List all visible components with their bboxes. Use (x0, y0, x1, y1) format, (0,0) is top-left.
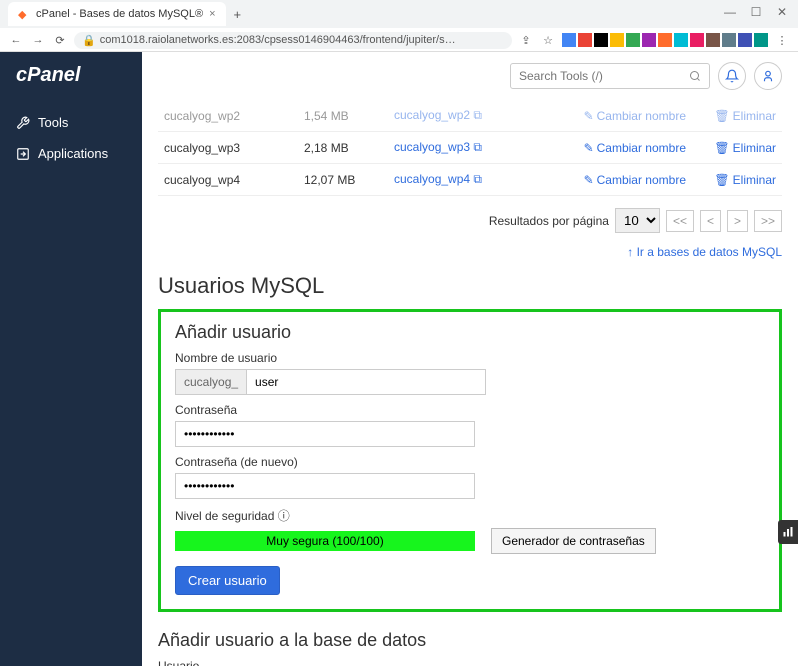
sidebar-item-label: Applications (38, 146, 108, 161)
trash-icon: 🗑 (714, 141, 729, 155)
pager-label: Resultados por página (489, 214, 609, 228)
rename-button[interactable]: ✎Cambiar nombre (584, 141, 686, 155)
extension-icons (562, 33, 768, 47)
main-content: cucalyog_wp2 1,54 MB cucalyog_wp2 ⧉ ✎Cam… (142, 52, 798, 666)
password-confirm-input[interactable] (175, 473, 475, 499)
search-field[interactable] (519, 69, 689, 83)
copy-icon[interactable]: ⧉ (473, 108, 482, 122)
first-page-button[interactable]: << (666, 210, 694, 232)
close-button[interactable]: ✕ (770, 2, 794, 22)
lock-icon: 🔒 (82, 34, 96, 47)
password-generator-button[interactable]: Generador de contraseñas (491, 528, 656, 554)
next-page-button[interactable]: > (727, 210, 748, 232)
sidebar-item-tools[interactable]: Tools (0, 107, 142, 138)
tab-title: cPanel - Bases de datos MySQL® (36, 8, 203, 20)
user-link[interactable]: cucalyog_wp4 (394, 172, 470, 186)
sidebar-item-applications[interactable]: Applications (0, 138, 142, 169)
create-user-button[interactable]: Crear usuario (175, 566, 280, 595)
search-icon[interactable] (689, 70, 701, 82)
add-user-section: Añadir usuario Nombre de usuario cucalyo… (158, 309, 782, 612)
new-tab-button[interactable]: + (234, 7, 242, 22)
export-icon (16, 147, 30, 161)
search-input[interactable] (510, 63, 710, 89)
star-icon[interactable]: ☆ (540, 32, 556, 48)
rename-button[interactable]: ✎Cambiar nombre (584, 109, 686, 123)
delete-button[interactable]: 🗑Eliminar (714, 173, 776, 187)
add-user-title: Añadir usuario (175, 322, 765, 343)
add-user-db-title: Añadir usuario a la base de datos (158, 630, 782, 651)
notifications-button[interactable] (718, 62, 746, 90)
maximize-button[interactable]: ☐ (744, 2, 768, 22)
copy-icon[interactable]: ⧉ (473, 140, 482, 154)
cpanel-favicon-icon: ◆ (18, 8, 30, 20)
pencil-icon: ✎ (584, 109, 594, 123)
password-label: Contraseña (175, 403, 765, 417)
username-label: Nombre de usuario (175, 351, 765, 365)
strength-label: Nivel de seguridad ⓘ (175, 507, 765, 524)
prev-page-button[interactable]: < (700, 210, 721, 232)
rename-button[interactable]: ✎Cambiar nombre (584, 173, 686, 187)
strength-bar: Muy segura (100/100) (175, 531, 475, 551)
menu-icon[interactable]: ⋮ (774, 32, 790, 48)
password-input[interactable] (175, 421, 475, 447)
cpanel-logo: cPanel (0, 64, 142, 107)
forward-icon[interactable]: → (30, 32, 46, 48)
info-icon[interactable]: ⓘ (278, 509, 290, 523)
delete-button[interactable]: 🗑Eliminar (714, 141, 776, 155)
url-text: com1018.raiolanetworks.es:2083/cpsess014… (100, 34, 456, 46)
copy-icon[interactable]: ⧉ (473, 172, 482, 186)
sidebar-item-label: Tools (38, 115, 68, 130)
share-icon[interactable]: ⇪ (518, 32, 534, 48)
address-bar[interactable]: 🔒 com1018.raiolanetworks.es:2083/cpsess0… (74, 32, 512, 49)
trash-icon: 🗑 (714, 173, 729, 187)
username-input[interactable] (246, 369, 486, 395)
table-row: cucalyog_wp3 2,18 MB cucalyog_wp3 ⧉ ✎Cam… (158, 132, 782, 164)
pencil-icon: ✎ (584, 173, 594, 187)
delete-button[interactable]: 🗑Eliminar (714, 109, 776, 123)
page-size-select[interactable]: 10 (615, 208, 660, 233)
databases-table: cucalyog_wp2 1,54 MB cucalyog_wp2 ⧉ ✎Cam… (158, 100, 782, 196)
password2-label: Contraseña (de nuevo) (175, 455, 765, 469)
username-prefix: cucalyog_ (175, 369, 246, 395)
back-icon[interactable]: ← (8, 32, 24, 48)
browser-chrome: — ☐ ✕ ◆ cPanel - Bases de datos MySQL® ×… (0, 0, 798, 52)
last-page-button[interactable]: >> (754, 210, 782, 232)
wrench-icon (16, 116, 30, 130)
browser-tab[interactable]: ◆ cPanel - Bases de datos MySQL® × (8, 2, 226, 26)
reload-icon[interactable]: ⟳ (52, 32, 68, 48)
user-select-label: Usuario (158, 659, 782, 666)
pencil-icon: ✎ (584, 141, 594, 155)
close-tab-icon[interactable]: × (209, 8, 215, 20)
mysql-users-heading: Usuarios MySQL (158, 273, 782, 299)
user-link[interactable]: cucalyog_wp3 (394, 140, 470, 154)
sidebar: cPanel Tools Applications (0, 52, 142, 666)
back-to-databases-link[interactable]: ↑ Ir a bases de datos MySQL (158, 245, 782, 259)
table-row: cucalyog_wp2 1,54 MB cucalyog_wp2 ⧉ ✎Cam… (158, 100, 782, 132)
stats-tab-icon[interactable] (778, 520, 798, 544)
pager: Resultados por página 10 << < > >> (158, 208, 782, 233)
minimize-button[interactable]: — (718, 2, 742, 22)
trash-icon: 🗑 (714, 109, 729, 123)
user-link[interactable]: cucalyog_wp2 (394, 108, 470, 122)
table-row: cucalyog_wp4 12,07 MB cucalyog_wp4 ⧉ ✎Ca… (158, 164, 782, 196)
user-button[interactable] (754, 62, 782, 90)
